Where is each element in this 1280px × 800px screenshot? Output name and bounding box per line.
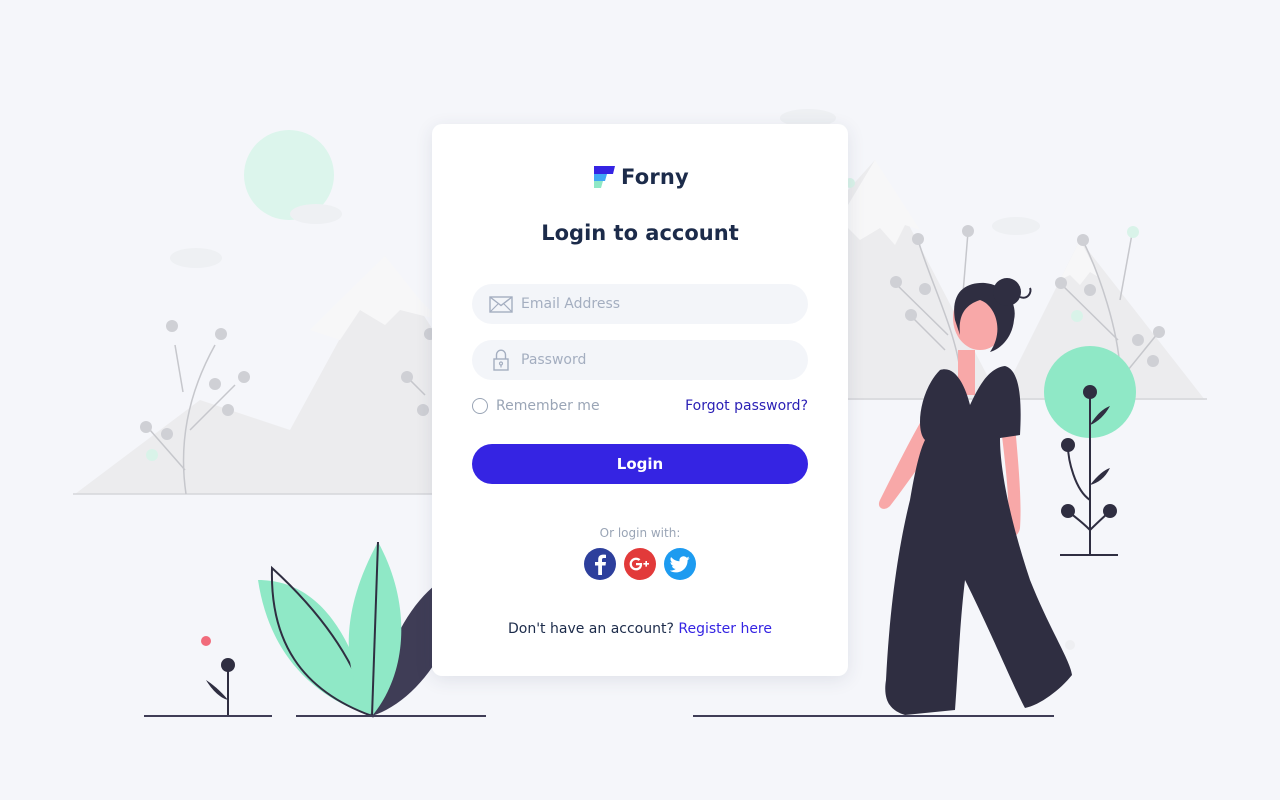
forny-logo-icon [594,166,616,188]
register-prompt: Don't have an account? Register here [432,621,848,637]
login-title: Login to account [541,221,739,245]
facebook-icon [595,554,606,575]
login-button[interactable]: Login [472,444,808,484]
login-card: Forny Login to account Email Address Rem… [432,124,848,676]
remember-me[interactable]: Remember me [472,398,600,414]
twitter-login-button[interactable] [664,548,696,580]
twitter-icon [670,555,690,572]
google-plus-icon [629,557,649,571]
brand: Forny [432,164,848,190]
register-prompt-text: Don't have an account? [507,621,674,637]
or-login-with-label: Or login with: [599,526,681,540]
email-field[interactable] [472,284,808,324]
social-login [432,548,848,580]
remember-me-radio[interactable] [472,398,488,414]
remember-me-label: Remember me [496,398,600,414]
small-flower [201,636,235,716]
login-page: Forny Login to account Email Address Rem… [0,0,1280,800]
forgot-password-link[interactable]: Forgot password? [685,398,808,414]
envelope-icon [488,294,514,314]
google-plus-login-button[interactable] [624,548,656,580]
register-link[interactable]: Register here [678,621,772,637]
green-tree [1044,346,1136,556]
lock-icon [488,349,514,371]
password-field[interactable] [472,340,808,380]
facebook-login-button[interactable] [584,548,616,580]
login-options: Remember me Forgot password? [472,396,808,416]
brand-name: Forny [621,165,689,189]
password-input[interactable] [521,352,791,368]
email-input[interactable] [521,296,791,312]
